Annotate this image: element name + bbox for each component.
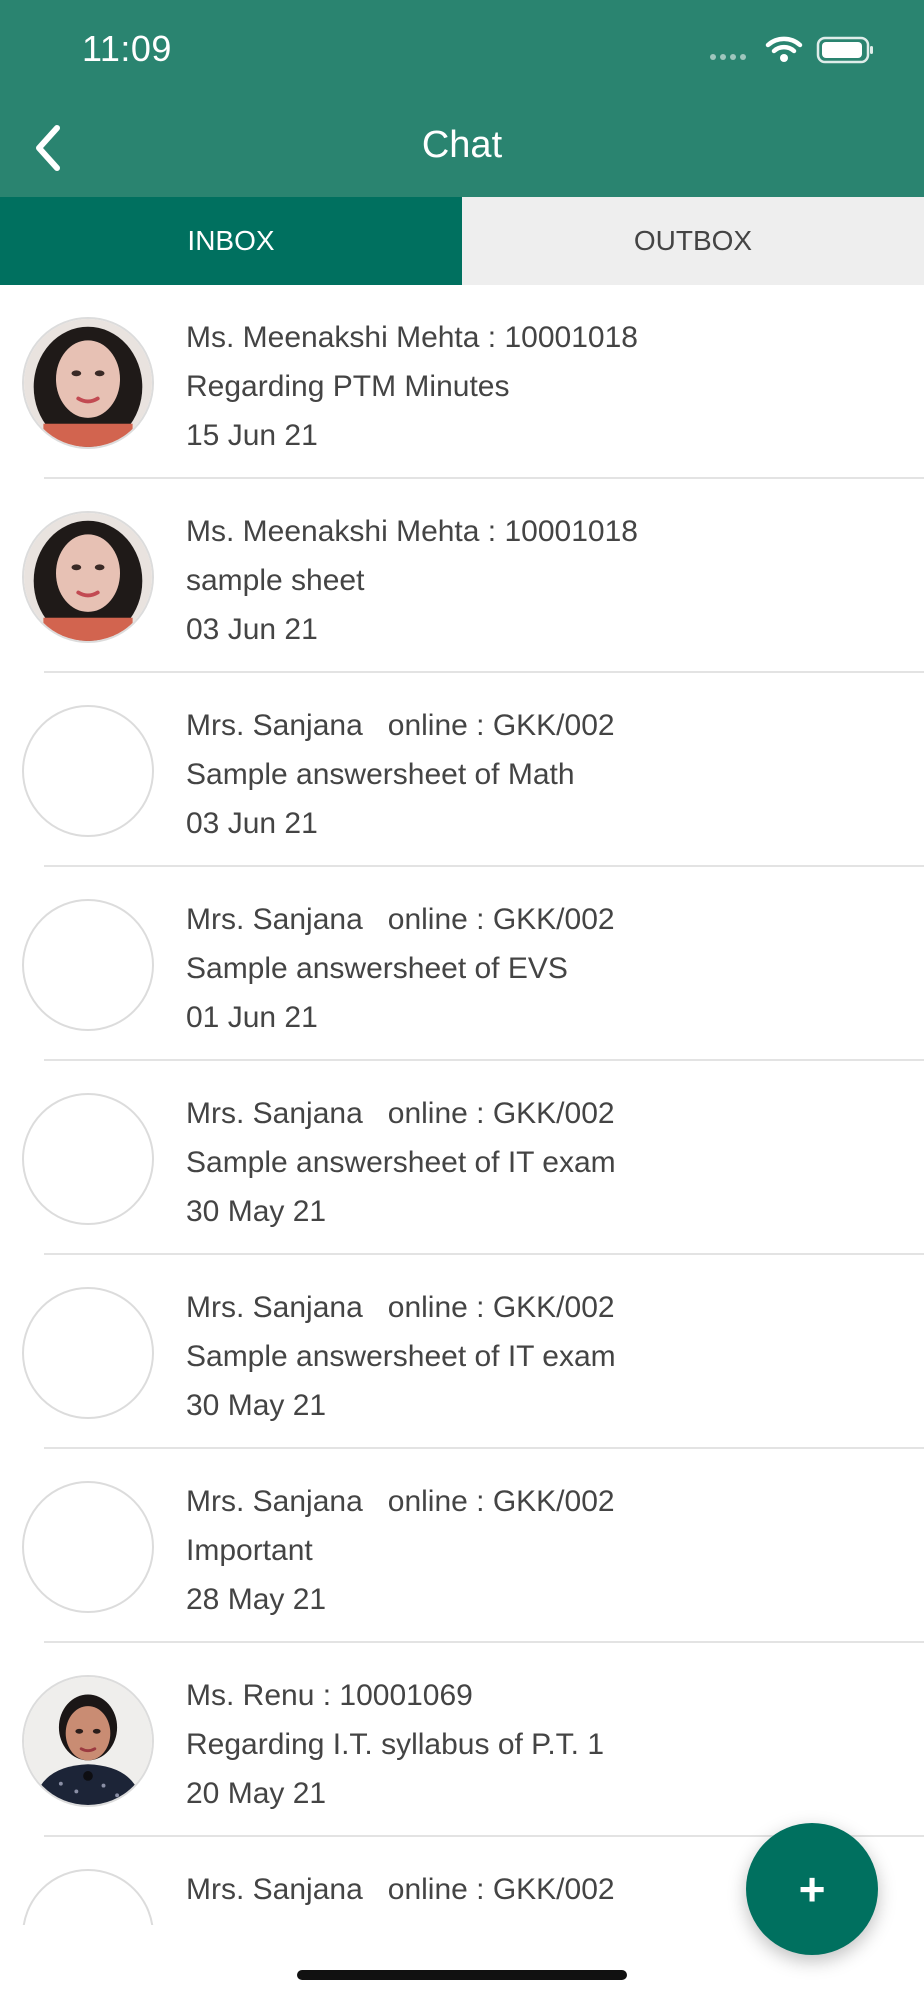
message-sender: Mrs. Sanjana online : GKK/002 <box>186 709 615 742</box>
message-date: 01 Jun 21 <box>186 1001 318 1034</box>
cellular-signal-icon <box>710 54 746 60</box>
tab-outbox[interactable]: OUTBOX <box>462 197 924 285</box>
avatar <box>22 705 154 837</box>
message-date: 20 May 21 <box>186 1777 327 1810</box>
message-sender: Mrs. Sanjana online : GKK/002 <box>186 1097 615 1130</box>
list-item[interactable]: Mrs. Sanjana online : GKK/002 Sample ans… <box>0 673 924 867</box>
message-date: 03 Jun 21 <box>186 807 318 840</box>
message-sender: Ms. Meenakshi Mehta : 10001018 <box>186 515 638 548</box>
list-item[interactable]: Mrs. Sanjana online : GKK/002 Sample ans… <box>0 1061 924 1255</box>
message-subject: Regarding PTM Minutes <box>186 370 510 403</box>
avatar <box>22 1093 154 1225</box>
message-list: Ms. Meenakshi Mehta : 10001018 Regarding… <box>0 285 924 1925</box>
tab-bar: INBOX OUTBOX <box>0 197 924 285</box>
list-item[interactable]: Mrs. Sanjana online : GKK/002 Important … <box>0 1449 924 1643</box>
battery-icon <box>816 36 873 64</box>
message-subject: Sample answersheet of Math <box>186 758 575 791</box>
message-sender: Ms. Renu : 10001069 <box>186 1679 473 1712</box>
list-item[interactable]: Ms. Meenakshi Mehta : 10001018 Regarding… <box>0 285 924 479</box>
app-header: 11:09 Chat <box>0 0 924 197</box>
message-sender: Mrs. Sanjana online : GKK/002 <box>186 1485 615 1518</box>
list-item[interactable]: Mrs. Sanjana online : GKK/002 Sample ans… <box>0 1255 924 1449</box>
avatar <box>22 317 154 449</box>
message-sender: Mrs. Sanjana online : GKK/002 <box>186 903 615 936</box>
avatar <box>22 1869 154 1925</box>
list-item[interactable]: Mrs. Sanjana online : GKK/002 Sample ans… <box>0 867 924 1061</box>
list-item[interactable]: Ms. Renu : 10001069 Regarding I.T. sylla… <box>0 1643 924 1837</box>
message-date: 30 May 21 <box>186 1195 327 1228</box>
compose-button[interactable]: + <box>746 1823 878 1955</box>
wifi-icon <box>765 36 803 62</box>
list-item[interactable]: Ms. Meenakshi Mehta : 10001018 sample sh… <box>0 479 924 673</box>
avatar <box>22 1481 154 1613</box>
message-subject: Regarding I.T. syllabus of P.T. 1 <box>186 1728 605 1761</box>
message-sender: Mrs. Sanjana online : GKK/002 <box>186 1291 615 1324</box>
message-sender: Mrs. Sanjana online : GKK/002 <box>186 1873 615 1906</box>
message-date: 28 May 21 <box>186 1583 327 1616</box>
message-subject: Sample answersheet of IT exam <box>186 1146 616 1179</box>
message-subject: sample sheet <box>186 564 365 597</box>
message-date: 30 May 21 <box>186 1389 327 1422</box>
tab-inbox[interactable]: INBOX <box>0 197 462 285</box>
status-time: 11:09 <box>82 28 172 69</box>
message-subject: Sample answersheet of IT exam <box>186 1340 616 1373</box>
message-sender: Ms. Meenakshi Mehta : 10001018 <box>186 321 638 354</box>
page-title: Chat <box>421 124 503 166</box>
home-indicator <box>297 1970 627 1980</box>
avatar <box>22 899 154 1031</box>
message-date: 03 Jun 21 <box>186 613 318 646</box>
message-date: 15 Jun 21 <box>186 419 318 452</box>
avatar <box>22 511 154 643</box>
plus-icon: + <box>798 1863 826 1915</box>
avatar <box>22 1287 154 1419</box>
avatar <box>22 1675 154 1807</box>
message-subject: Important <box>186 1534 313 1567</box>
message-subject: Sample answersheet of EVS <box>186 952 568 985</box>
